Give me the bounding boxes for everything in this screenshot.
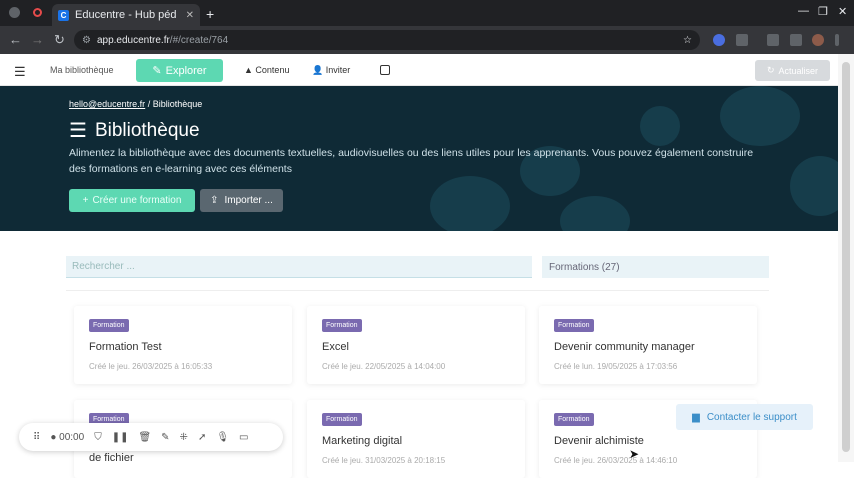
minimize-button[interactable]: — bbox=[798, 5, 809, 17]
content-label: Contenu bbox=[255, 65, 290, 75]
trash-icon[interactable]: 🗑 bbox=[138, 432, 151, 443]
card-badge: Formation bbox=[89, 319, 129, 332]
scrollbar-thumb[interactable] bbox=[842, 62, 850, 452]
breadcrumb-user-link[interactable]: hello@educentre.fr bbox=[69, 99, 145, 109]
tab-title: Educentre - Hub péd bbox=[75, 9, 177, 21]
card-date: Créé le jeu. 26/03/2025 à 14:46:10 bbox=[554, 456, 678, 465]
search-input[interactable]: Rechercher ... bbox=[66, 256, 532, 278]
invite-label: Inviter bbox=[325, 65, 351, 75]
grid-icon[interactable]: ⁜ bbox=[180, 432, 188, 443]
card-badge: Formation bbox=[554, 413, 594, 426]
training-card[interactable]: Formation Formation Test Créé le jeu. 26… bbox=[74, 306, 292, 384]
pointer-icon[interactable]: ➚ bbox=[198, 432, 206, 443]
breadcrumb-current: Bibliothèque bbox=[152, 99, 203, 109]
explore-label: Explorer bbox=[165, 64, 207, 77]
training-card[interactable]: Formation Marketing digital Créé le jeu.… bbox=[307, 400, 525, 478]
breadcrumb: hello@educentre.fr / Bibliothèque bbox=[69, 99, 202, 109]
import-label: Importer ... bbox=[224, 195, 273, 206]
menu-icon[interactable]: ☰ bbox=[14, 64, 26, 80]
reload-icon[interactable]: ↻ bbox=[54, 32, 65, 48]
card-title: Devenir alchimiste bbox=[554, 435, 644, 447]
support-label: Contacter le support bbox=[706, 411, 797, 423]
record-status: ● 00:00 bbox=[50, 432, 84, 443]
url-host: app.educentre.fr bbox=[96, 34, 170, 46]
app-header bbox=[0, 54, 838, 86]
explore-button[interactable]: ✎ Explorer bbox=[136, 59, 223, 82]
extensions-puzzle-icon[interactable] bbox=[736, 34, 748, 46]
maximize-button[interactable]: ❐ bbox=[818, 5, 828, 18]
explore-icon: ✎ bbox=[152, 65, 162, 77]
type-filter-select[interactable]: Formations (27) bbox=[542, 256, 769, 278]
camera-icon[interactable]: ▭ bbox=[239, 432, 248, 443]
shield-icon[interactable]: ⛉ bbox=[94, 432, 102, 443]
content-icon: ▲ bbox=[244, 65, 256, 75]
favicon-icon: C bbox=[58, 9, 69, 21]
close-tab-icon[interactable]: ✕ bbox=[186, 10, 194, 21]
import-button[interactable]: ⇪ Importer ... bbox=[200, 189, 283, 212]
record-dot-icon: ● bbox=[50, 431, 57, 443]
update-label: Actualiser bbox=[778, 65, 819, 76]
create-training-label: Créer une formation bbox=[92, 195, 182, 206]
browser-tab-strip: C Educentre - Hub péd ✕ + — ❐ ✕ bbox=[0, 0, 854, 26]
upload-icon: ⇪ bbox=[210, 195, 219, 206]
card-title: Devenir community manager bbox=[554, 341, 695, 353]
chat-icon: ▆ bbox=[692, 411, 700, 423]
training-card[interactable]: Formation Excel Créé le jeu. 22/05/2025 … bbox=[307, 306, 525, 384]
library-link[interactable]: Ma bibliothèque bbox=[50, 65, 114, 75]
download-icon[interactable] bbox=[767, 34, 779, 46]
page-title: ☰ Bibliothèque bbox=[69, 118, 200, 143]
page-description: Alimentez la bibliothèque avec des docum… bbox=[69, 147, 754, 175]
refresh-icon: ↻ bbox=[766, 65, 775, 75]
list-icon: ☰ bbox=[69, 120, 87, 142]
profile-avatar[interactable] bbox=[812, 34, 824, 46]
drag-handle-icon[interactable]: ⠿ bbox=[33, 432, 40, 443]
back-icon[interactable]: ← bbox=[9, 32, 22, 47]
page-title-text: Bibliothèque bbox=[94, 119, 200, 141]
training-card[interactable]: Formation Devenir community manager Créé… bbox=[539, 306, 757, 384]
card-badge: Formation bbox=[322, 413, 362, 426]
extension-icon[interactable] bbox=[713, 34, 725, 46]
card-title: Formation Test bbox=[89, 341, 162, 353]
update-button[interactable]: ↻ Actualiser bbox=[755, 60, 830, 81]
support-button[interactable]: ▆ Contacter le support bbox=[676, 404, 813, 430]
browser-menu-icon[interactable] bbox=[835, 34, 839, 46]
export-icon[interactable] bbox=[380, 65, 390, 75]
invite-link[interactable]: 👤 Inviter bbox=[312, 65, 350, 76]
mouse-cursor-icon: ➤ bbox=[629, 447, 640, 461]
card-badge: Formation bbox=[554, 319, 594, 332]
pause-icon[interactable]: ❚❚ bbox=[112, 432, 129, 443]
new-tab-button[interactable]: + bbox=[206, 6, 214, 22]
card-title: de fichier bbox=[89, 452, 134, 464]
divider bbox=[66, 290, 769, 291]
content-link[interactable]: ▲ Contenu bbox=[244, 65, 289, 75]
bookmark-star-icon[interactable]: ☆ bbox=[683, 35, 692, 46]
site-info-icon[interactable]: ⚙ bbox=[82, 35, 91, 46]
recording-indicator-icon bbox=[33, 8, 42, 17]
forward-icon[interactable]: → bbox=[31, 32, 44, 47]
card-date: Créé le jeu. 31/03/2025 à 20:18:15 bbox=[322, 456, 446, 465]
record-timer: 00:00 bbox=[59, 431, 85, 443]
breadcrumb-separator: / bbox=[147, 99, 151, 109]
close-window-button[interactable]: ✕ bbox=[838, 5, 847, 18]
recorder-toolbar: ⠿ ● 00:00 ⛉ ❚❚ 🗑 ✎ ⁜ ➚ 🎙 ▭ bbox=[19, 423, 283, 451]
card-badge: Formation bbox=[322, 319, 362, 332]
create-training-button[interactable]: + Créer une formation bbox=[69, 189, 195, 212]
pen-icon[interactable]: ✎ bbox=[161, 432, 169, 443]
card-date: Créé le jeu. 22/05/2025 à 14:04:00 bbox=[322, 362, 446, 371]
record-icon[interactable] bbox=[9, 7, 20, 18]
card-date: Créé le jeu. 26/03/2025 à 16:05:33 bbox=[89, 362, 213, 371]
url-field[interactable]: ⚙ app.educentre.fr/#/create/764 ☆ bbox=[74, 30, 700, 50]
media-icon[interactable] bbox=[790, 34, 802, 46]
microphone-icon[interactable]: 🎙 bbox=[216, 432, 229, 443]
invite-user-icon: 👤 bbox=[312, 65, 326, 75]
card-date: Créé le lun. 19/05/2025 à 17:03:56 bbox=[554, 362, 678, 371]
plus-icon: + bbox=[82, 195, 89, 206]
url-path: /#/create/764 bbox=[169, 34, 229, 46]
card-title: Excel bbox=[322, 341, 349, 353]
browser-tab[interactable]: C Educentre - Hub péd ✕ bbox=[52, 4, 200, 26]
card-title: Marketing digital bbox=[322, 435, 403, 447]
